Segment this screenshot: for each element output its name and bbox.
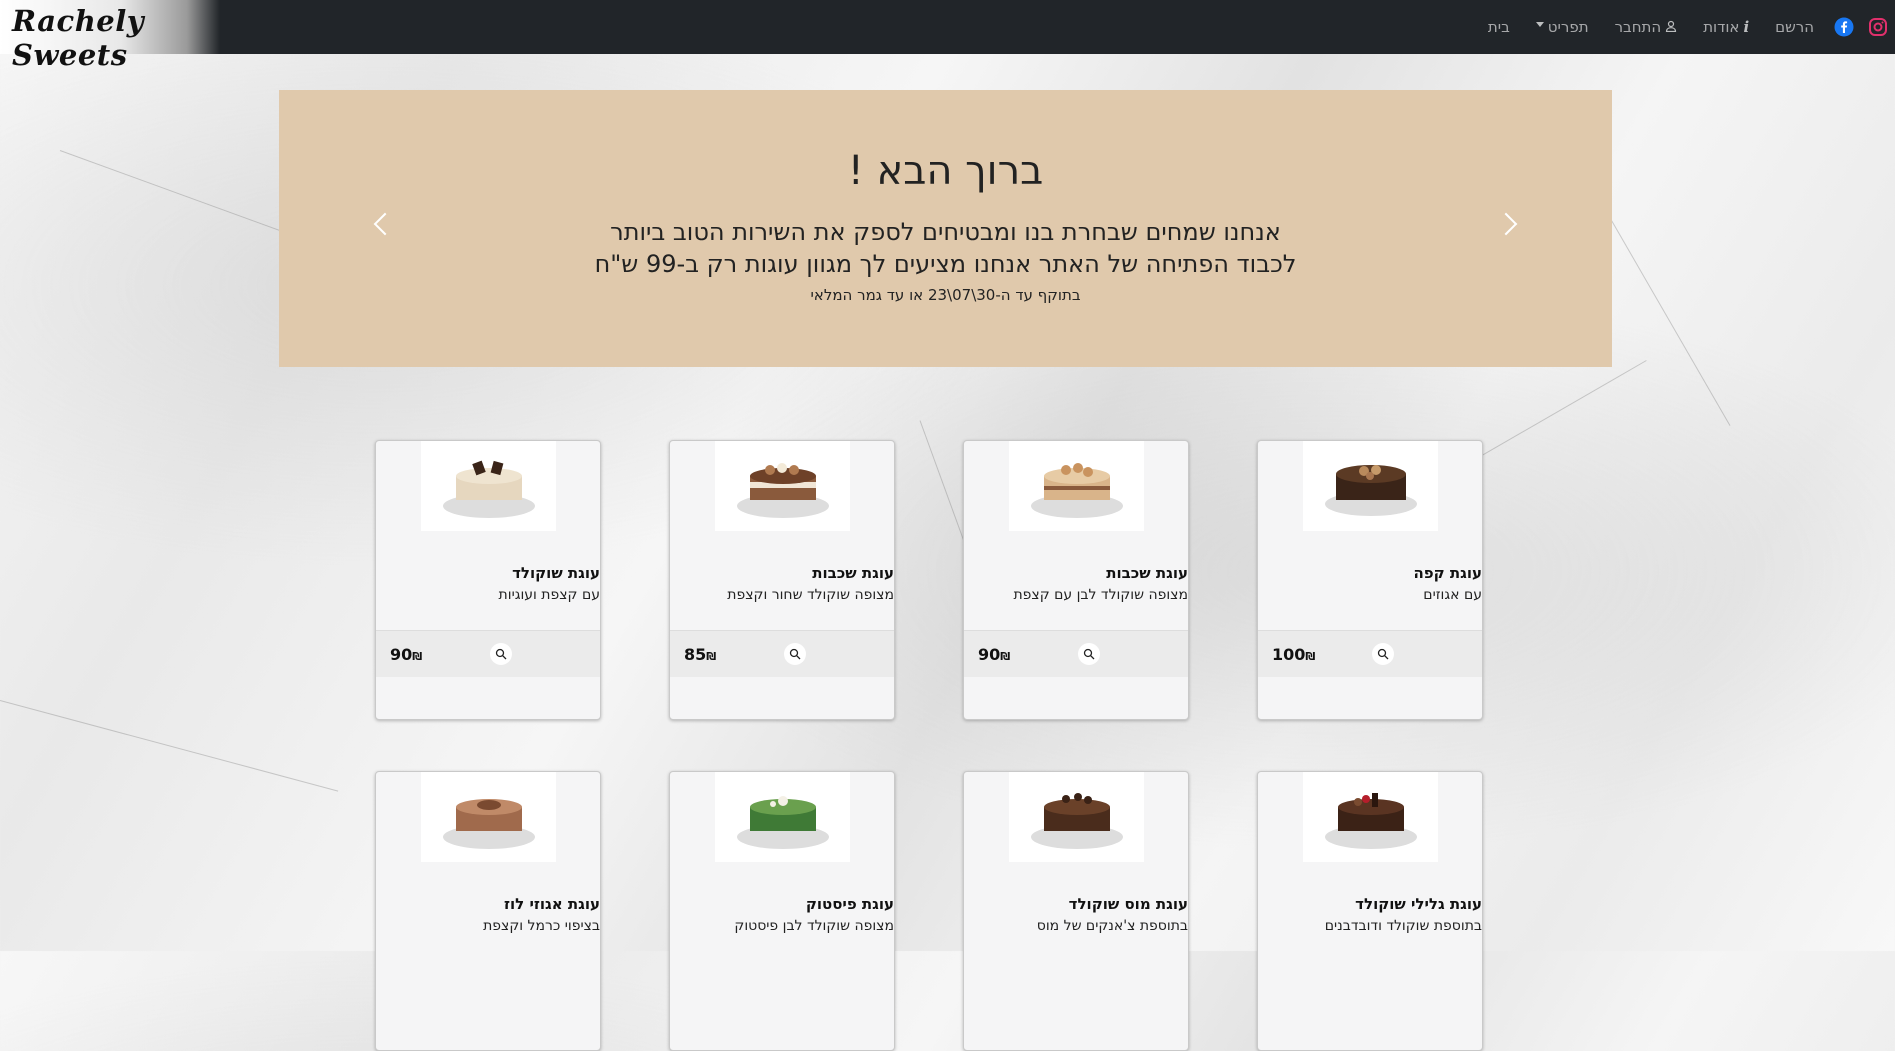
product-price: 90₪ [978,645,1010,664]
product-card[interactable]: עוגת שוקולד עם קצפת ועוגיות 90₪ [375,440,601,720]
brand-logo[interactable]: Rachely Sweets [0,0,220,72]
hero-title: ברוך הבא ! [847,148,1044,194]
product-desc: עם קצפת ועוגיות [498,587,600,603]
currency-symbol: ₪ [1305,650,1316,663]
price-value: 100 [1272,645,1306,664]
hero-line-2: לכבוד הפתיחה של האתר אנחנו מציעים לך מגו… [594,250,1297,278]
magnify-icon[interactable] [490,643,512,665]
product-price: 90₪ [390,645,422,664]
nav-register-label: הרשם [1775,18,1814,36]
hero-line-3: בתוקף עד ה-30\07\23 או עד גמר המלאי [810,286,1081,304]
product-title: עוגת שכבות [812,564,894,582]
cake-image [1303,772,1438,862]
marble-vein [1599,200,1731,426]
facebook-icon[interactable] [1833,16,1855,38]
product-desc: מצופה שוקולד לבן עם קצפת [1013,587,1188,603]
cake-image [421,772,556,862]
nav-login-label: התחבר [1614,18,1662,36]
brand-name: Rachely Sweets [12,4,145,72]
currency-symbol: ₪ [412,650,423,663]
product-card[interactable]: עוגת פיסטוק מצופה שוקולד לבן פיסטוק [669,771,895,1051]
nav-links: הרשם אודות i התחבר תפריט בית [1475,0,1895,54]
product-desc: בציפוי כרמל וקצפת [483,918,600,934]
nav-register[interactable]: הרשם [1775,18,1814,36]
product-title: עוגת מוס שוקולד [1068,895,1188,913]
product-title: עוגת פיסטוק [805,895,894,913]
cake-image [715,441,850,531]
product-title: עוגת גלילי שוקולד [1355,895,1482,913]
price-value: 85 [684,645,707,664]
nav-menu-dropdown[interactable]: תפריט [1535,18,1589,36]
product-card[interactable]: עוגת שכבות מצופה שוקולד שחור וקצפת 85₪ [669,440,895,720]
product-footer: 90₪ [964,630,1188,677]
price-value: 90 [390,645,413,664]
product-title: עוגת שוקולד [512,564,600,582]
instagram-icon[interactable] [1867,16,1889,38]
cake-image [421,441,556,531]
info-icon: i [1743,18,1750,36]
product-desc: מצופה שוקולד לבן פיסטוק [734,918,894,934]
product-title: עוגת קפה [1413,564,1482,582]
product-footer: 85₪ [670,630,894,677]
product-price: 85₪ [684,645,716,664]
product-card[interactable]: עוגת מוס שוקולד בתוספת צ'אנקים של מוס [963,771,1189,1051]
nav-home[interactable]: בית [1488,18,1510,36]
marble-vein [0,700,339,792]
product-desc: עם אגוזים [1423,587,1482,603]
cake-image [1009,441,1144,531]
currency-symbol: ₪ [706,650,717,663]
product-desc: בתוספת שוקולד ודובדבנים [1324,918,1482,934]
cake-image [715,772,850,862]
product-title: עוגת שכבות [1106,564,1188,582]
hero-carousel: ברוך הבא ! אנחנו שמחים שבחרת בנו ומבטיחי… [279,90,1612,367]
nav-login[interactable]: התחבר [1615,18,1678,36]
cake-image [1303,441,1438,531]
nav-menu-label: תפריט [1547,18,1589,36]
product-desc: מצופה שוקולד שחור וקצפת [727,587,894,603]
product-card[interactable]: עוגת אגוזי לוז בציפוי כרמל וקצפת [375,771,601,1051]
product-price: 100₪ [1272,645,1315,664]
hero-line-1: אנחנו שמחים שבחרת בנו ומבטיחים לספק את ה… [610,218,1281,246]
product-footer: 100₪ [1258,630,1482,677]
nav-about-label: אודות [1703,18,1740,36]
magnify-icon[interactable] [784,643,806,665]
product-footer: 90₪ [376,630,600,677]
nav-home-label: בית [1487,18,1510,36]
nav-about[interactable]: אודות i [1703,18,1749,36]
magnify-icon[interactable] [1078,643,1100,665]
currency-symbol: ₪ [1000,650,1011,663]
product-card[interactable]: עוגת קפה עם אגוזים 100₪ [1257,440,1483,720]
product-card[interactable]: עוגת שכבות מצופה שוקולד לבן עם קצפת 90₪ [963,440,1189,720]
navbar: Rachely Sweets הרשם אודות i התחבר תפריט … [0,0,1895,72]
caret-down-icon [1535,21,1544,27]
user-icon [1665,18,1677,36]
product-desc: בתוספת צ'אנקים של מוס [1036,918,1188,934]
product-title: עוגת אגוזי לוז [504,895,600,913]
magnify-icon[interactable] [1372,643,1394,665]
price-value: 90 [978,645,1001,664]
cake-image [1009,772,1144,862]
product-card[interactable]: עוגת גלילי שוקולד בתוספת שוקולד ודובדבני… [1257,771,1483,1051]
